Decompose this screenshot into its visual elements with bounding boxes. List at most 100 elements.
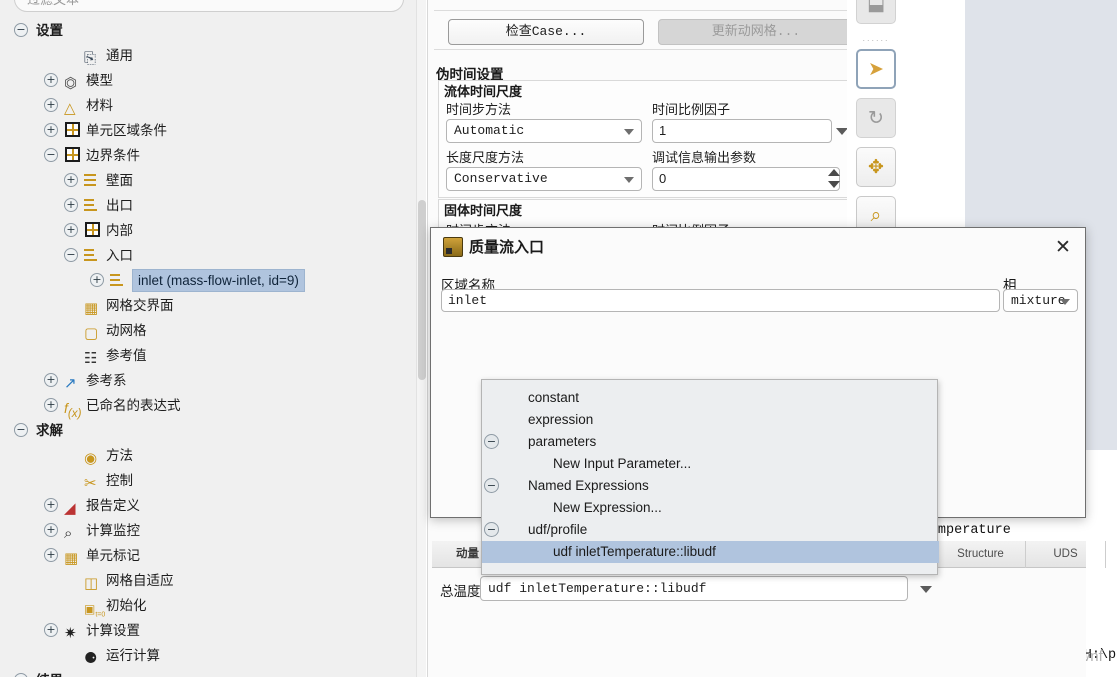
tree-item[interactable]: + inlet (mass-flow-inlet, id=9) [0,268,416,293]
tree-item[interactable]: + △ 材料 [0,93,416,118]
tree-item-label: 内部 [106,223,133,238]
tree-item[interactable]: − 边界条件 [0,143,416,168]
select-pointer-button[interactable]: ➤ [856,49,896,89]
tree-item[interactable]: ☷ 参考值 [0,343,416,368]
tree-item-label: 壁面 [106,173,133,188]
filter-text-input[interactable]: 过滤文本 [14,0,404,12]
collapse-icon[interactable]: − [484,434,499,449]
expand-icon[interactable]: + [44,398,58,412]
total-temperature-combo[interactable]: udf inletTemperature::libudf [480,576,908,601]
check-case-button[interactable]: 检查Case... [448,19,644,45]
dropdown-item[interactable]: udf inletTemperature::libudf [482,541,939,563]
adapt-icon: ◫ [84,575,99,592]
dropdown-item[interactable]: New Input Parameter... [482,453,939,475]
expand-icon[interactable]: + [44,98,58,112]
collapse-icon[interactable]: − [14,673,28,677]
expand-icon[interactable]: + [44,373,58,387]
tree-item[interactable]: + 单元区域条件 [0,118,416,143]
toolbar-drag-handle-icon[interactable]: ...... [856,33,896,43]
verbosity-spinner[interactable] [828,169,842,189]
collapse-icon[interactable]: − [14,23,28,37]
dialog-tab-content: 总温度 udf inletTemperature::libudf [432,568,1086,677]
pan-button[interactable]: ✥ [856,147,896,187]
spinner-up-icon[interactable] [828,169,840,176]
dropdown-item[interactable]: − parameters [482,431,939,453]
tree-item-label: 材料 [86,98,113,113]
timestep-method-combo[interactable]: Automatic [446,119,642,143]
scrollbar-thumb[interactable] [418,200,426,380]
tree-item[interactable]: + ✷ 计算设置 [0,618,416,643]
tree-item[interactable]: ▢ 动网格 [0,318,416,343]
timestep-method-label: 时间步方法 [446,102,512,117]
tree-item[interactable]: − 入口 [0,243,416,268]
tree-item[interactable]: + f(x) 已命名的表达式 [0,393,416,420]
verbosity-input[interactable]: 0 [652,167,840,191]
tree-item[interactable]: ⚈ 运行计算 [0,643,416,668]
tab-UDS[interactable]: UDS [1026,541,1106,568]
tree-vertical-scrollbar[interactable] [416,0,426,677]
reference-values-icon: ☷ [84,350,98,367]
update-dynamic-mesh-button: 更新动网格... [658,19,847,45]
expand-icon[interactable]: + [44,548,58,562]
collapse-icon[interactable]: − [14,423,28,437]
length-scale-method-combo[interactable]: Conservative [446,167,642,191]
tree-item[interactable]: + 出口 [0,193,416,218]
expand-icon[interactable]: + [44,623,58,637]
collapse-icon[interactable]: − [484,522,499,537]
expand-icon[interactable]: + [90,273,104,287]
total-temperature-dropdown-list[interactable]: constant expression − parameters New Input P… [481,379,939,575]
tab-Structure[interactable]: Structure [936,541,1026,568]
outline-tree[interactable]: − 设置 ⎘ 通用 + ⏣ 模型 + △ 材料 + 单元区域条件 − 边界条件 + 壁面 + 出口 + 内部 − 入口 + i… [0,18,416,677]
collapse-icon[interactable]: − [44,148,58,162]
expand-icon[interactable]: + [64,173,78,187]
tree-item-label: 控制 [106,473,133,488]
dropdown-item[interactable]: − Named Expressions [482,475,939,497]
close-icon[interactable]: ✕ [1051,236,1075,260]
expand-icon[interactable]: + [44,123,58,137]
expand-icon[interactable]: + [44,498,58,512]
time-scale-factor-input[interactable]: 1 [652,119,832,143]
tree-item[interactable]: + ⏣ 模型 [0,68,416,93]
isometric-view-icon: ⬓ [867,0,885,15]
dropdown-item[interactable]: expression [482,409,939,431]
collapse-icon[interactable]: − [64,248,78,262]
tree-item-label: 网格交界面 [106,298,174,313]
tree-item[interactable]: + 壁面 [0,168,416,193]
refresh-icon: ↻ [868,107,884,129]
tree-item[interactable]: ✂ 控制 [0,468,416,493]
zone-name-input[interactable]: inlet [441,289,1000,312]
tree-item[interactable]: ▣t=0 初始化 [0,593,416,618]
phase-combo[interactable]: mixture [1003,289,1078,312]
expand-icon[interactable]: + [44,523,58,537]
dropdown-item[interactable]: New Expression... [482,497,939,519]
dropdown-item[interactable]: − udf/profile [482,519,939,541]
collapse-icon[interactable]: − [484,478,499,493]
tree-item[interactable]: − 设置 [0,18,416,43]
dropdown-item[interactable]: constant [482,387,939,409]
time-scale-factor-dropdown-icon[interactable] [836,128,847,135]
chevron-down-icon[interactable] [624,177,634,183]
tree-item[interactable]: − 结果 [0,668,416,677]
tree-item-label: 边界条件 [86,148,140,163]
tree-item[interactable]: + ⌕ 计算监控 [0,518,416,543]
expand-icon[interactable]: + [64,198,78,212]
dropdown-item-label: udf inletTemperature::libudf [553,544,716,559]
tree-item[interactable]: ◉ 方法 [0,443,416,468]
tree-item[interactable]: + ↗ 参考系 [0,368,416,393]
graphics-vertical-toolbar[interactable]: ⬓...... ➤ ↻ ✥ ⌕ [850,0,902,245]
run-calculation-icon: ⚈ [84,650,98,667]
chevron-down-icon[interactable] [1060,299,1070,305]
expand-icon[interactable]: + [44,73,58,87]
spinner-down-icon[interactable] [828,181,840,188]
tree-item[interactable]: ⎘ 通用 [0,43,416,68]
tree-item[interactable]: + 内部 [0,218,416,243]
tree-item-label: 报告定义 [86,498,140,513]
tree-item[interactable]: − 求解 [0,418,416,443]
expand-icon[interactable]: + [64,223,78,237]
total-temperature-dropdown-icon[interactable] [920,586,932,593]
tree-item[interactable]: ▦ 网格交界面 [0,293,416,318]
tree-item[interactable]: + ▦ 单元标记 [0,543,416,568]
tree-item[interactable]: + ◢ 报告定义 [0,493,416,518]
tree-item[interactable]: ◫ 网格自适应 [0,568,416,593]
chevron-down-icon[interactable] [624,129,634,135]
